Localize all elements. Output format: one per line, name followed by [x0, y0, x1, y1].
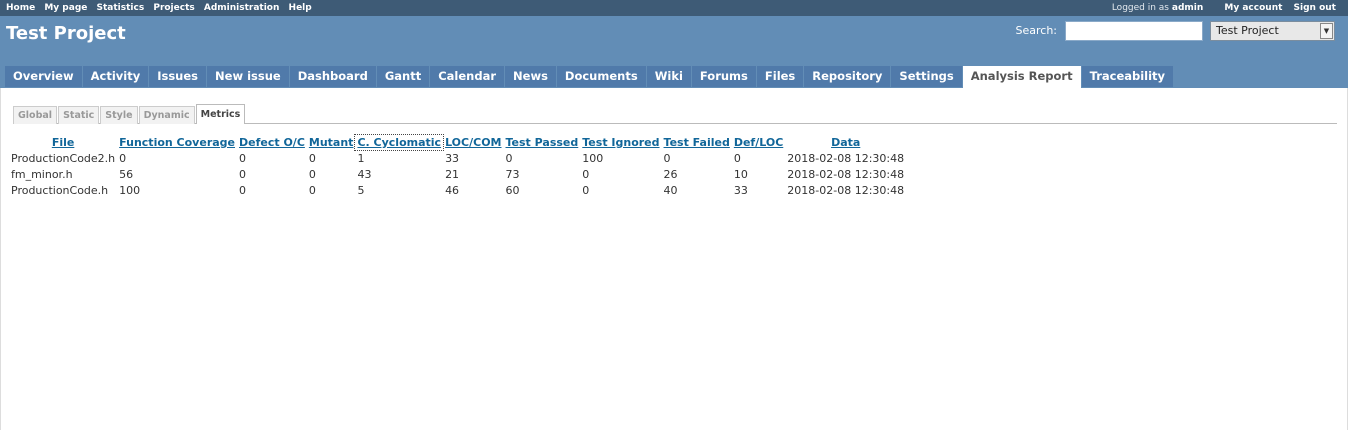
account-area: Logged in as admin My account Sign out	[1112, 3, 1336, 13]
tab-repository[interactable]: Repository	[804, 66, 891, 87]
my-account-link[interactable]: My account	[1224, 3, 1282, 13]
username[interactable]: admin	[1172, 3, 1203, 13]
tab-traceability[interactable]: Traceability	[1081, 66, 1174, 87]
subtab-static[interactable]: Static	[58, 106, 100, 124]
report-subtabs: Global Static Style Dynamic Metrics	[13, 104, 1337, 124]
cell-test-ignored: 0	[582, 168, 590, 181]
subtab-metrics[interactable]: Metrics	[195, 104, 246, 124]
top-menu: Home My page Statistics Projects Adminis…	[0, 0, 1348, 16]
cell-function-coverage: 100	[119, 184, 141, 197]
cell-test-passed: 73	[505, 168, 520, 181]
table-row: ProductionCode.h 100 0 0 5 46 60 0 40 33…	[9, 182, 906, 198]
tab-news[interactable]: News	[505, 66, 556, 87]
my-page-link[interactable]: My page	[44, 3, 87, 13]
tab-wiki[interactable]: Wiki	[646, 66, 691, 87]
cell-mutant: 0	[308, 152, 316, 165]
content-area: Global Static Style Dynamic Metrics File Fun…	[0, 88, 1348, 430]
column-header-test-passed[interactable]: Test Passed	[504, 135, 581, 150]
tab-calendar[interactable]: Calendar	[430, 66, 505, 87]
cell-file: fm_minor.h	[11, 168, 73, 181]
tab-gantt[interactable]: Gantt	[376, 66, 430, 87]
cell-loc-com: 46	[445, 184, 460, 197]
tab-dashboard[interactable]: Dashboard	[289, 66, 376, 87]
cell-defect-oc: 0	[239, 184, 246, 197]
table-header-row: File Function Coverage Defect O/C Mutant…	[9, 134, 906, 151]
sign-out-link[interactable]: Sign out	[1294, 3, 1336, 13]
tab-activity[interactable]: Activity	[82, 66, 149, 87]
project-title: Test Project	[6, 23, 126, 44]
column-header-function-coverage[interactable]: Function Coverage	[117, 135, 237, 150]
cell-defect-oc: 0	[239, 168, 246, 181]
column-header-cyclomatic[interactable]: C. Cyclomatic	[354, 134, 445, 151]
column-header-test-ignored[interactable]: Test Ignored	[580, 135, 661, 150]
cell-data: 2018-02-08 12:30:48	[787, 184, 905, 197]
cell-data: 2018-02-08 12:30:48	[787, 152, 905, 165]
cell-loc-com: 21	[445, 168, 460, 181]
top-menu-links: Home My page Statistics Projects Adminis…	[6, 3, 318, 13]
subtab-global[interactable]: Global	[13, 106, 58, 124]
administration-link[interactable]: Administration	[204, 3, 280, 13]
dropdown-arrow-icon[interactable]: ▼	[1320, 23, 1333, 39]
cell-data: 2018-02-08 12:30:48	[787, 168, 905, 181]
logged-in-as: Logged in as admin	[1112, 3, 1203, 13]
column-header-def-loc[interactable]: Def/LOC	[732, 135, 785, 150]
column-header-defect-oc[interactable]: Defect O/C	[237, 135, 307, 150]
cell-def-loc: 0	[733, 152, 741, 165]
home-link[interactable]: Home	[6, 3, 35, 13]
cell-file: ProductionCode2.h	[11, 152, 116, 165]
cell-cyclomatic: 43	[357, 168, 372, 181]
projects-link[interactable]: Projects	[153, 3, 194, 13]
search-input[interactable]	[1065, 21, 1203, 41]
main-menu: Overview Activity Issues New issue Dashboard…	[5, 66, 1174, 88]
cell-defect-oc: 0	[239, 152, 246, 165]
cell-function-coverage: 56	[119, 168, 134, 181]
cell-cyclomatic: 1	[357, 152, 365, 165]
subtab-style[interactable]: Style	[100, 106, 138, 124]
cell-cyclomatic: 5	[357, 184, 365, 197]
tab-forums[interactable]: Forums	[691, 66, 756, 87]
search-label: Search:	[1015, 24, 1058, 37]
statistics-link[interactable]: Statistics	[97, 3, 145, 13]
tab-documents[interactable]: Documents	[556, 66, 646, 87]
cell-test-ignored: 0	[582, 184, 590, 197]
cell-test-ignored: 100	[582, 152, 604, 165]
cell-test-failed: 40	[663, 184, 678, 197]
column-header-data[interactable]: Data	[785, 135, 906, 150]
cell-function-coverage: 0	[119, 152, 127, 165]
tab-files[interactable]: Files	[756, 66, 804, 87]
column-header-test-failed[interactable]: Test Failed	[662, 135, 732, 150]
metrics-table: File Function Coverage Defect O/C Mutant…	[9, 134, 906, 198]
cell-mutant: 0	[308, 168, 316, 181]
tab-new-issue[interactable]: New issue	[207, 66, 289, 87]
cell-test-failed: 26	[663, 168, 678, 181]
cell-test-failed: 0	[663, 152, 671, 165]
project-select-value: Test Project	[1216, 24, 1279, 37]
column-header-file[interactable]: File	[9, 135, 117, 150]
subtab-dynamic[interactable]: Dynamic	[138, 106, 195, 124]
cell-def-loc: 33	[733, 184, 748, 197]
cell-test-passed: 60	[505, 184, 520, 197]
cell-def-loc: 10	[733, 168, 748, 181]
table-row: ProductionCode2.h 0 0 0 1 33 0 100 0 0 2…	[9, 150, 906, 166]
tab-analysis-report[interactable]: Analysis Report	[962, 66, 1081, 88]
table-row: fm_minor.h 56 0 0 43 21 73 0 26 10 2018-…	[9, 166, 906, 182]
column-header-loc-com[interactable]: LOC/COM	[443, 135, 503, 150]
cell-loc-com: 33	[445, 152, 460, 165]
tab-issues[interactable]: Issues	[149, 66, 207, 87]
cell-test-passed: 0	[505, 152, 513, 165]
project-jump-select[interactable]: Test Project ▼	[1210, 21, 1335, 41]
tab-overview[interactable]: Overview	[5, 66, 82, 87]
cell-mutant: 0	[308, 184, 316, 197]
cell-file: ProductionCode.h	[11, 184, 109, 197]
logged-in-label: Logged in as	[1111, 3, 1169, 13]
help-link[interactable]: Help	[289, 3, 312, 13]
column-header-mutant[interactable]: Mutant	[307, 135, 356, 150]
tab-settings[interactable]: Settings	[891, 66, 962, 87]
